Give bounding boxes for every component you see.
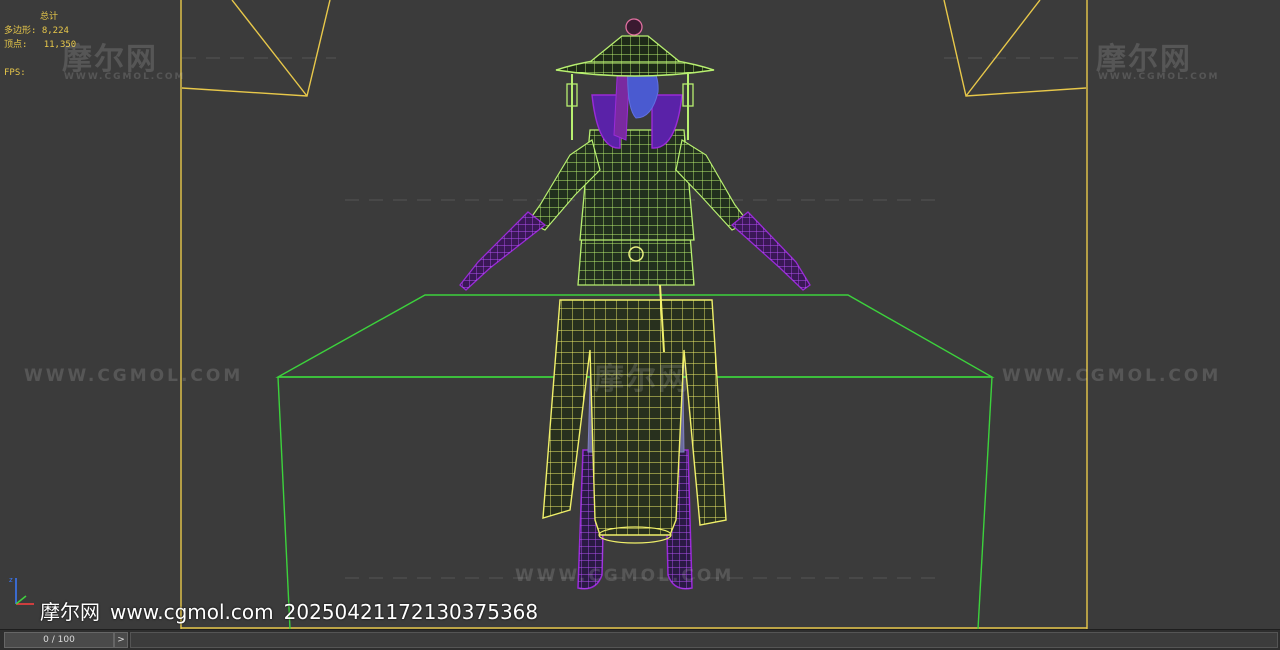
watermark-url: WWW.CGMOL.COM bbox=[515, 566, 735, 586]
caption-site-url: www.cgmol.com bbox=[110, 600, 274, 624]
image-caption: 摩尔网 www.cgmol.com 20250421172130375368 bbox=[40, 596, 548, 625]
next-frame-button[interactable]: > bbox=[114, 632, 128, 648]
caption-site-name: 摩尔网 bbox=[40, 600, 100, 624]
watermark-logo: 摩尔网 bbox=[594, 362, 690, 397]
watermark-url: WWW.CGMOL.COM bbox=[24, 366, 244, 386]
timeline-bar: 0 / 100 > bbox=[0, 629, 1280, 650]
polygons-label: 多边形: bbox=[4, 26, 37, 36]
caption-image-id: 20250421172130375368 bbox=[283, 600, 539, 624]
watermark-sub: WWW.CGMOL.COM bbox=[64, 72, 186, 82]
character-model[interactable] bbox=[459, 18, 811, 590]
stats-title: 总计 bbox=[40, 12, 59, 22]
watermark-sub: WWW.CGMOL.COM bbox=[1098, 72, 1220, 82]
vertices-label: 顶点: bbox=[4, 40, 28, 50]
axis-gizmo-icon: z bbox=[9, 576, 34, 605]
svg-text:z: z bbox=[9, 576, 13, 584]
viewport-scene[interactable] bbox=[0, 0, 1280, 629]
timeline-track[interactable] bbox=[130, 632, 1278, 648]
time-slider[interactable]: 0 / 100 bbox=[4, 632, 114, 648]
watermark-url: WWW.CGMOL.COM bbox=[1002, 366, 1222, 386]
viewport-perspective[interactable]: 总计 多边形: 8,224 顶点: 11,350 FPS: 摩尔网 WWW.CG… bbox=[0, 0, 1280, 629]
